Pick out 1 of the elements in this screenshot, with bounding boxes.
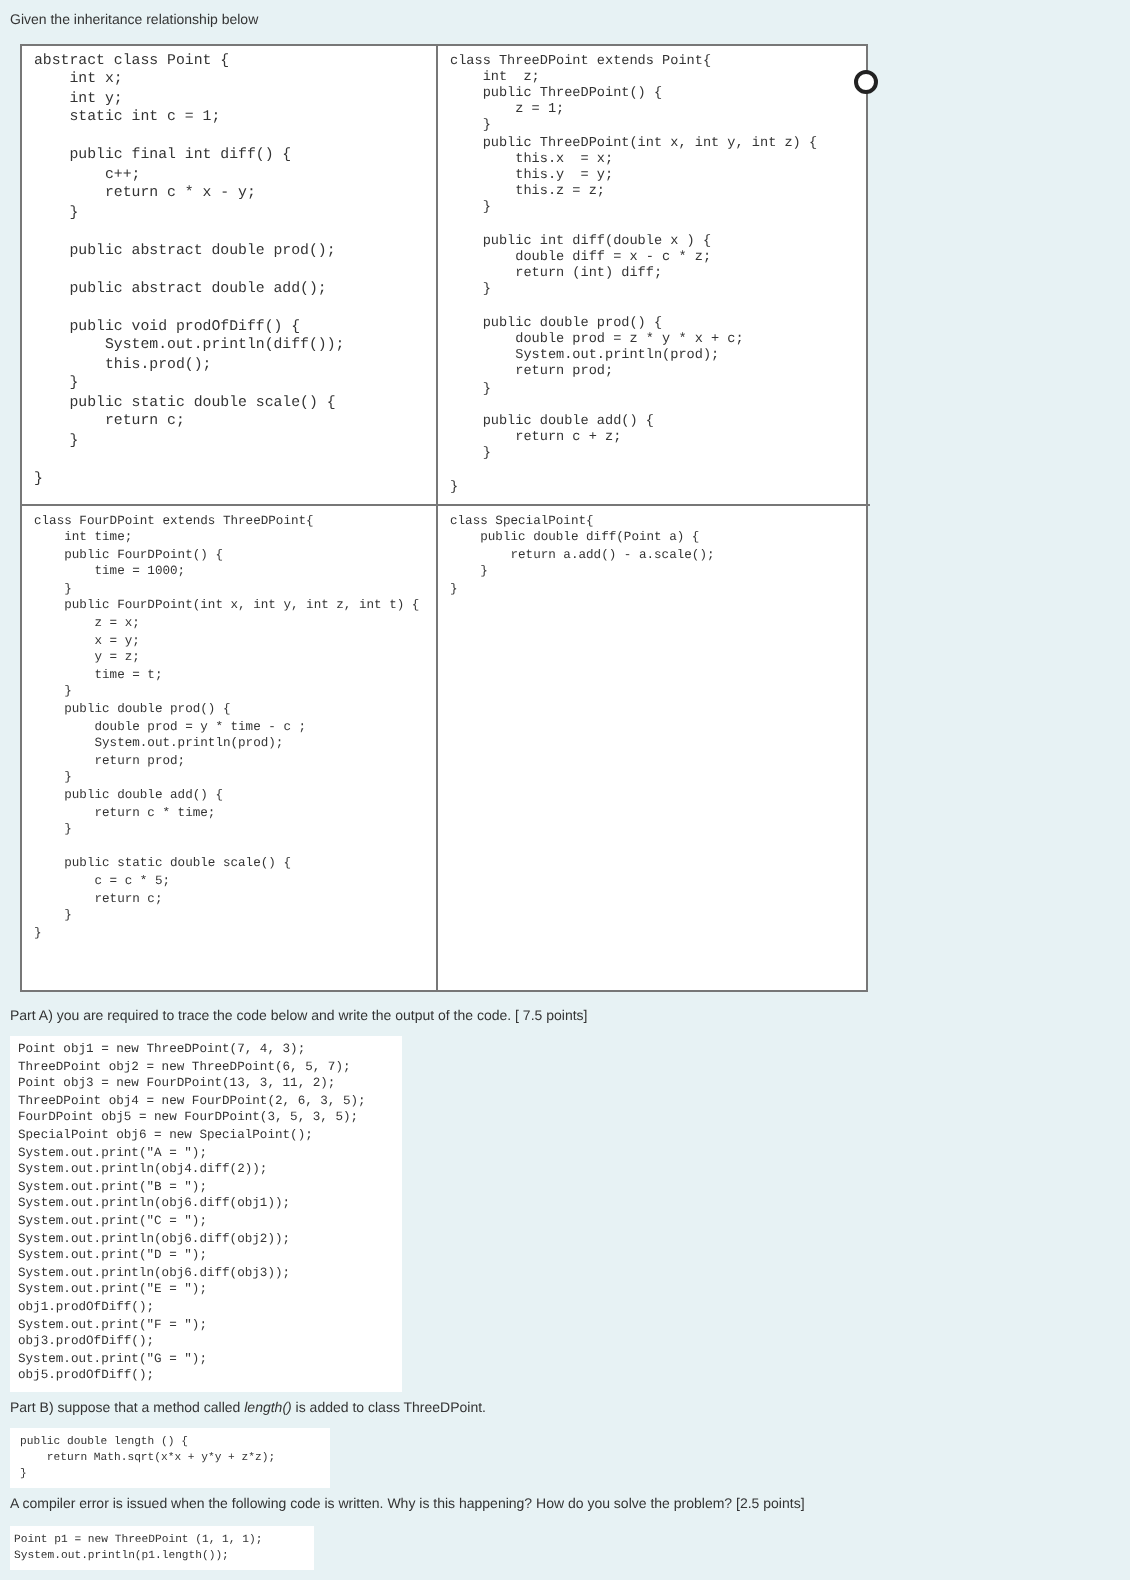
radio-button[interactable] [854, 70, 878, 94]
